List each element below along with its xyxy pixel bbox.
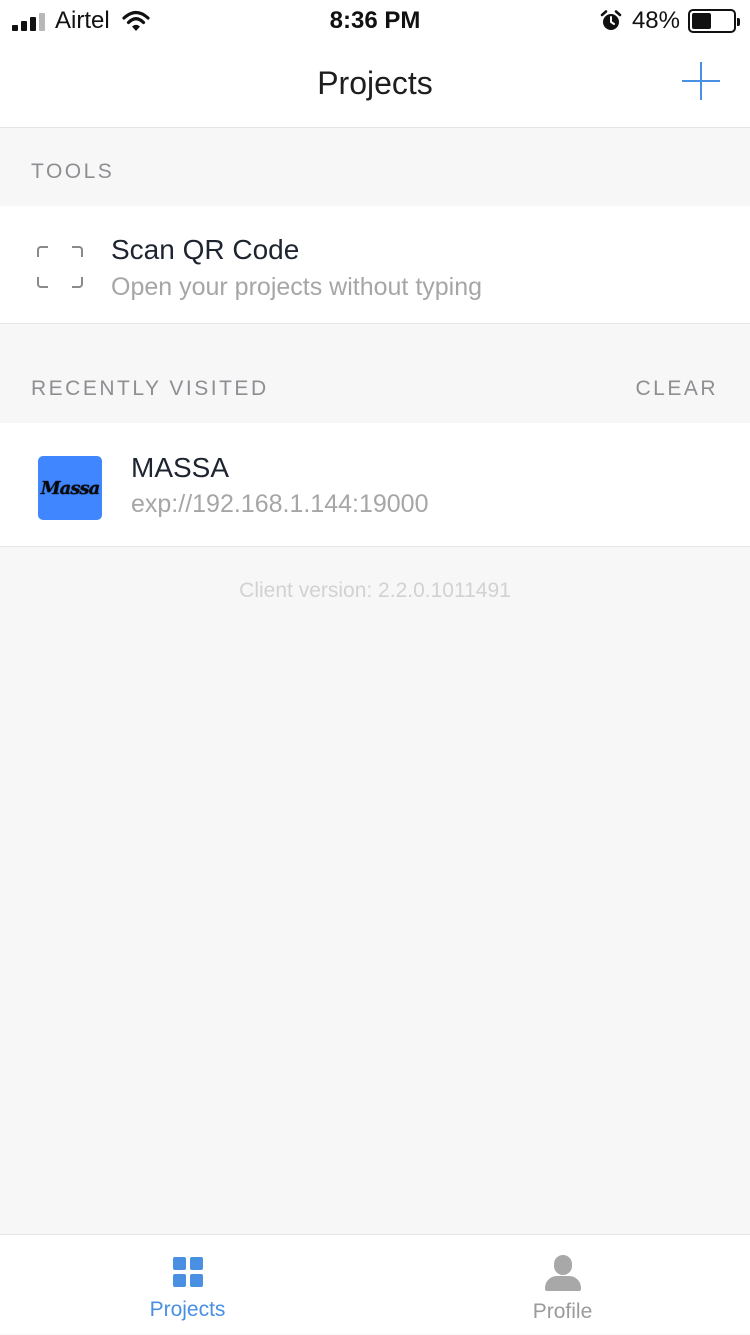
battery-percent: 48% bbox=[631, 7, 680, 34]
alarm-icon bbox=[600, 10, 622, 30]
project-name: MASSA bbox=[131, 452, 230, 483]
person-icon bbox=[545, 1255, 581, 1291]
project-url: exp://192.168.1.144:19000 bbox=[131, 490, 429, 518]
grid-icon bbox=[173, 1257, 203, 1287]
tab-profile-label: Profile bbox=[532, 1300, 593, 1323]
client-version-label: Client version: 2.2.0.1011491 bbox=[239, 579, 511, 602]
tools-section-header: TOOLS bbox=[0, 128, 750, 206]
add-project-button[interactable] bbox=[682, 62, 720, 100]
wifi-icon bbox=[122, 10, 150, 31]
tools-header-label: TOOLS bbox=[31, 160, 115, 183]
recent-project-row[interactable]: Massa MASSA exp://192.168.1.144:19000 bbox=[0, 423, 750, 547]
page-title: Projects bbox=[317, 65, 433, 101]
qr-scan-icon bbox=[37, 246, 83, 288]
recent-section-header: RECENTLY VISITED CLEAR bbox=[0, 345, 750, 423]
recent-header-label: RECENTLY VISITED bbox=[31, 377, 269, 400]
scan-qr-row[interactable]: Scan QR Code Open your projects without … bbox=[0, 206, 750, 324]
battery-icon bbox=[688, 9, 740, 33]
carrier-label: Airtel bbox=[55, 7, 110, 34]
project-icon-text: Massa bbox=[40, 477, 101, 499]
tab-bar: Projects Profile bbox=[0, 1234, 750, 1334]
signal-icon bbox=[12, 11, 45, 31]
clear-button[interactable]: CLEAR bbox=[635, 377, 718, 401]
tab-projects-label: Projects bbox=[149, 1298, 226, 1321]
project-app-icon: Massa bbox=[38, 456, 102, 520]
status-right: 48% bbox=[600, 7, 740, 35]
scan-qr-title: Scan QR Code bbox=[111, 234, 300, 265]
status-left: Airtel bbox=[12, 7, 150, 35]
scan-qr-subtitle: Open your projects without typing bbox=[111, 273, 483, 301]
tab-projects[interactable]: Projects bbox=[0, 1235, 375, 1335]
navigation-bar: Projects bbox=[0, 40, 750, 128]
tab-profile[interactable]: Profile bbox=[375, 1235, 750, 1335]
status-bar: Airtel 8:36 PM 48% bbox=[0, 0, 750, 40]
